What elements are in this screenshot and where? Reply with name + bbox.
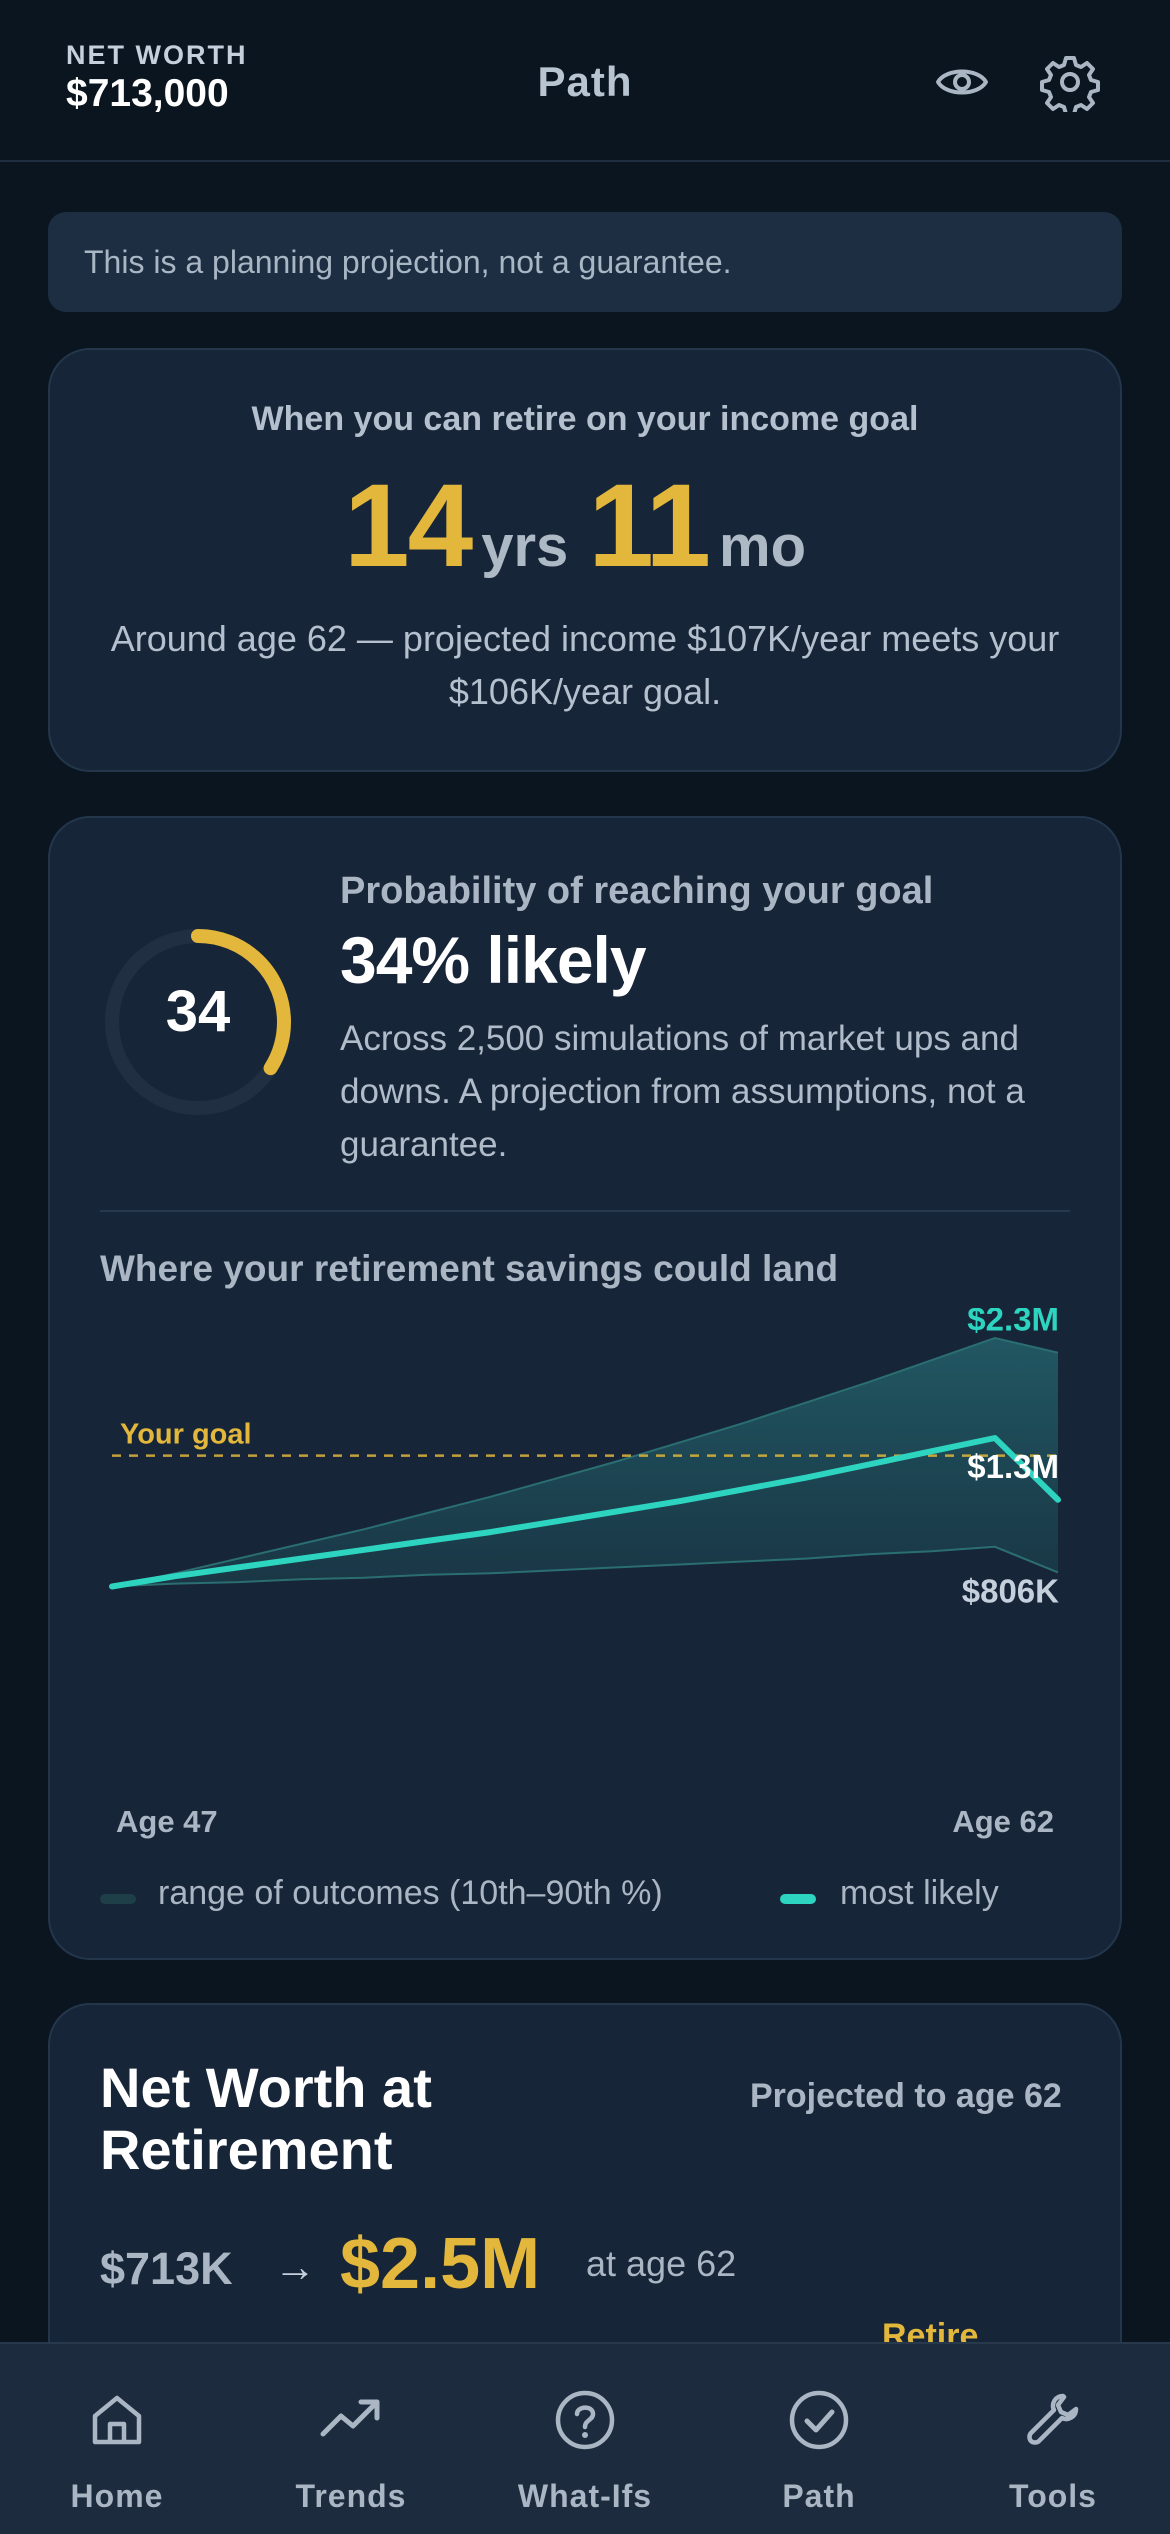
tab-tools-label: Tools <box>1009 2478 1097 2514</box>
gear-icon[interactable] <box>1040 52 1100 112</box>
legend-range-label: range of outcomes (10th–90th %) <box>158 1874 663 1912</box>
end-value-label: $1.3M <box>967 1448 1059 1485</box>
wrench-icon <box>1027 2393 1079 2445</box>
months-value: 11 <box>588 460 711 592</box>
divider <box>100 1210 1070 1212</box>
probability-ring-value: 34 <box>165 979 231 1044</box>
check-circle-icon <box>789 2390 849 2450</box>
projected-age: at age 62 <box>586 2243 737 2284</box>
chart-x-label-end: Age 62 <box>952 1804 1054 1839</box>
net-worth-card-title: Net Worth at Retirement <box>100 2056 432 2181</box>
chart-x-label-start: Age 47 <box>116 1804 218 1839</box>
legend-range-swatch <box>100 1894 136 1904</box>
tab-what-ifs-label: What-Ifs <box>517 2478 653 2514</box>
page-title: Path <box>537 58 633 105</box>
eye-icon[interactable] <box>932 52 992 112</box>
tab-home-label: Home <box>70 2478 164 2514</box>
legend-likely-label: most likely <box>840 1874 999 1912</box>
chart-title: Where your retirement savings could land <box>100 1248 839 1289</box>
tab-trends[interactable]: Trends <box>234 2344 468 2534</box>
home-icon <box>92 2395 142 2445</box>
retire-timing-card: When you can retire on your income goal … <box>48 348 1122 772</box>
months-unit: mo <box>719 514 807 579</box>
legend-likely-swatch <box>780 1894 816 1904</box>
savings-projection-chart: Your goal $2.3M $1.3M $806K <box>109 1308 1061 1609</box>
app-header: NET WORTH $713,000 Path <box>0 0 1170 162</box>
goal-label: Your goal <box>120 1419 252 1451</box>
question-circle-icon <box>555 2390 615 2450</box>
projected-net-worth: $2.5M <box>340 2224 541 2304</box>
tab-trends-label: Trends <box>295 2478 407 2514</box>
arrow-right-icon: → <box>274 2243 316 2290</box>
probability-description: Across 2,500 simulations of market ups a… <box>340 1019 1025 1164</box>
end-value-label: $2.3M <box>967 1308 1059 1338</box>
probability-value: 34% likely <box>340 923 647 997</box>
probability-label: Probability of reaching your goal <box>340 870 934 912</box>
tab-path[interactable]: Path <box>702 2344 936 2534</box>
time-to-retire: 14 yrs 11 mo <box>50 458 1120 594</box>
probability-card: 34 Probability of reaching your goal 34%… <box>48 816 1122 1960</box>
current-net-worth: $713K <box>100 2243 233 2294</box>
tab-home[interactable]: Home <box>0 2344 234 2534</box>
years-value: 14 <box>343 460 473 592</box>
tab-path-label: Path <box>782 2478 856 2514</box>
trending-up-icon <box>320 2399 380 2437</box>
end-value-label: $806K <box>962 1572 1059 1609</box>
retire-card-subtitle: Around age 62 — projected income $107K/y… <box>110 618 1060 712</box>
projection-disclaimer: This is a planning projection, not a gua… <box>48 212 1122 312</box>
outcome-range-band <box>112 1338 1058 1587</box>
years-unit: yrs <box>481 514 569 579</box>
tab-tools[interactable]: Tools <box>936 2344 1170 2534</box>
tab-what-ifs[interactable]: What-Ifs <box>468 2344 702 2534</box>
retire-card-title: When you can retire on your income goal <box>251 400 919 438</box>
bottom-tab-bar: Home Trends What-Ifs Path Tools <box>0 2342 1170 2534</box>
net-worth-card-note: Projected to age 62 <box>750 2077 1062 2115</box>
